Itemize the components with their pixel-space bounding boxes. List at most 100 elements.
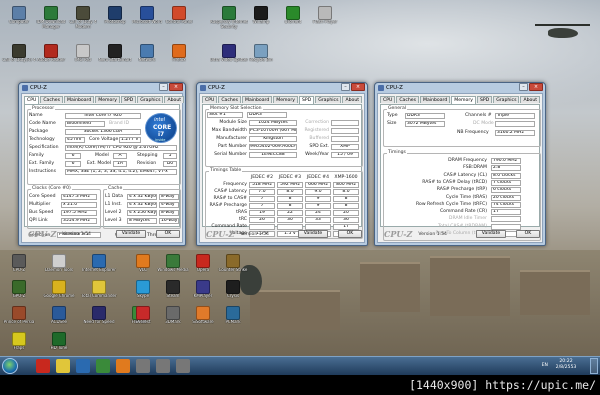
tab-mainboard[interactable]: Mainboard [242, 96, 273, 103]
tab-cpu[interactable]: CPU [202, 96, 218, 103]
title-bar[interactable]: CPU-Z – × [375, 83, 545, 93]
tab-cpu[interactable]: CPU [24, 96, 40, 104]
taskbar-cpuz-icon[interactable] [176, 359, 190, 373]
desktop-icon-glyph [44, 44, 58, 58]
taskbar-media-icon[interactable] [76, 359, 90, 373]
desktop-icon[interactable]: Microsoft Word [132, 4, 162, 34]
tab-memory[interactable]: Memory [273, 96, 298, 103]
cpuz-memory-window[interactable]: CPU-Z – × CPU Caches Mainboard Memory SPD… [374, 82, 546, 246]
desktop-icon-glyph [172, 6, 186, 20]
desktop-icon[interactable]: IDM Download Manager [36, 4, 66, 34]
desktop-icon[interactable]: Call of Duty(R) 4 [2, 42, 36, 72]
start-button[interactable] [2, 358, 18, 374]
memory-type-value: DDR3 [247, 112, 287, 118]
desktop-icon[interactable]: PCMark [218, 304, 248, 334]
language-indicator[interactable]: EN [542, 363, 548, 368]
taskbar-ie-icon[interactable] [36, 359, 50, 373]
tab-graphics[interactable]: Graphics [137, 96, 164, 103]
tab-cpu[interactable]: CPU [380, 96, 396, 103]
close-button[interactable]: × [351, 83, 365, 91]
show-desktop-button[interactable] [590, 358, 598, 374]
validate-button[interactable]: Validate [116, 230, 146, 238]
desktop-icon[interactable]: Firefox [164, 42, 194, 72]
tab-caches[interactable]: Caches [396, 96, 420, 103]
validate-button[interactable]: Validate [476, 230, 506, 238]
close-button[interactable]: × [169, 83, 183, 91]
busspeed-value: 197.5 MHz [61, 210, 97, 216]
tab-spd[interactable]: SPD [120, 96, 137, 103]
name-label: Name [29, 113, 43, 118]
mem-timing-value: 2:8 [491, 165, 521, 172]
desktop-icon[interactable]: Flash Player [310, 4, 340, 34]
cache-row-value: 4 x 32 KBytes [127, 194, 157, 200]
minimize-button[interactable]: – [519, 83, 528, 91]
desktop-icon[interactable]: Nero StartSmart [99, 42, 131, 72]
taskbar-firefox-icon[interactable] [116, 359, 130, 373]
desktop-icon[interactable]: Network [132, 42, 162, 72]
cache-row-label: L1 Inst. [105, 202, 122, 207]
taskbar: EN 20:22 2/8/2553 [0, 356, 600, 375]
cpuz-spd-window[interactable]: CPU-Z – × CPU Caches Mainboard Memory SPD… [196, 82, 368, 246]
clock[interactable]: 20:22 2/8/2553 [550, 359, 582, 371]
minimize-button[interactable]: – [341, 83, 350, 91]
cpuz-logo: CPU-Z [28, 229, 57, 239]
ok-button[interactable]: OK [338, 230, 362, 238]
title-bar[interactable]: CPU-Z – × [197, 83, 367, 93]
mem-timing-label: RAS# to CAS# Delay (tRCD) [422, 179, 487, 185]
mem-timing-value: 20 clocks [491, 194, 521, 201]
close-button[interactable]: × [529, 83, 543, 91]
taskbar-app-icon[interactable] [96, 359, 110, 373]
tab-about[interactable]: About [342, 96, 363, 103]
validate-button[interactable]: Validate [298, 230, 328, 238]
desktop-icon-label: Internet Explorer [82, 268, 116, 272]
logo-line1: CORE [153, 124, 172, 131]
taskbar-cpuz-icon[interactable] [156, 359, 170, 373]
desktop-icon[interactable]: IMG Pad [68, 42, 98, 72]
desktop-icon[interactable]: Kaspersky Internet Security [210, 4, 248, 34]
tab-spd[interactable]: SPD [476, 96, 493, 103]
tab-mainboard[interactable]: Mainboard [420, 96, 451, 103]
tab-graphics[interactable]: Graphics [315, 96, 342, 103]
tab-spd[interactable]: SPD [298, 96, 315, 104]
minimize-button[interactable]: – [159, 83, 168, 91]
ok-button[interactable]: OK [156, 230, 180, 238]
tab-caches[interactable]: Caches [40, 96, 64, 103]
tab-graphics[interactable]: Graphics [493, 96, 520, 103]
desktop-icon[interactable]: uTorrent [278, 4, 308, 34]
timing-cell: 20 [333, 210, 359, 216]
desktop-icon[interactable]: Control Panel [164, 4, 194, 34]
spd-row-right-label: Week/Year [305, 152, 329, 157]
extfamily-label: Ext. Family [29, 161, 55, 166]
cpuz-logo: CPU-Z [206, 229, 235, 239]
tab-about[interactable]: About [520, 96, 541, 103]
group-label: Timings [387, 150, 407, 155]
desktop-icon-label: PCMark [225, 320, 241, 324]
instructions-value: MMX, SSE (1, 2, 3, 3S, 4.1, 4.2), EM64T,… [65, 169, 177, 175]
cpuz-cpu-window[interactable]: CPU-Z – × CPU Caches Mainboard Memory SPD… [18, 82, 186, 246]
desktop-icon-glyph [136, 254, 150, 268]
desktop-icon[interactable]: Ultra Video Splitter [210, 42, 248, 72]
tab-about[interactable]: About [164, 96, 185, 103]
desktop-icon[interactable]: Need for Speed [83, 304, 115, 334]
desktop-icon[interactable]: Winamp [246, 4, 276, 34]
desktop-icon[interactable]: Recycle Bin [246, 42, 276, 72]
title-bar[interactable]: CPU-Z – × [19, 83, 185, 93]
desktop-icon[interactable]: Adobe Reader [36, 42, 66, 72]
desktop: Computer Call of Duty(R) 4 IDM Download Ma… [0, 0, 600, 375]
size-label: Size [387, 121, 397, 126]
desktop-icon-glyph [196, 306, 210, 320]
slot-select[interactable]: Slot #1 [207, 112, 243, 118]
taskbar-explorer-icon[interactable] [56, 359, 70, 373]
tab-memory[interactable]: Memory [451, 96, 476, 104]
tab-mainboard[interactable]: Mainboard [64, 96, 95, 103]
tab-memory[interactable]: Memory [95, 96, 120, 103]
desktop-icon[interactable]: Computer [4, 4, 34, 34]
voltage-value: 1.277 V [119, 137, 141, 143]
desktop-icon[interactable]: Call of Duty 4 Modern [68, 4, 98, 34]
desktop-icon[interactable]: Photoshop [100, 4, 130, 34]
spd-row-label: Module Size [219, 120, 247, 125]
taskbar-cpuz-icon[interactable] [136, 359, 150, 373]
ok-button[interactable]: OK [516, 230, 540, 238]
spd-row-value: Kingston [249, 136, 297, 142]
tab-caches[interactable]: Caches [218, 96, 242, 103]
